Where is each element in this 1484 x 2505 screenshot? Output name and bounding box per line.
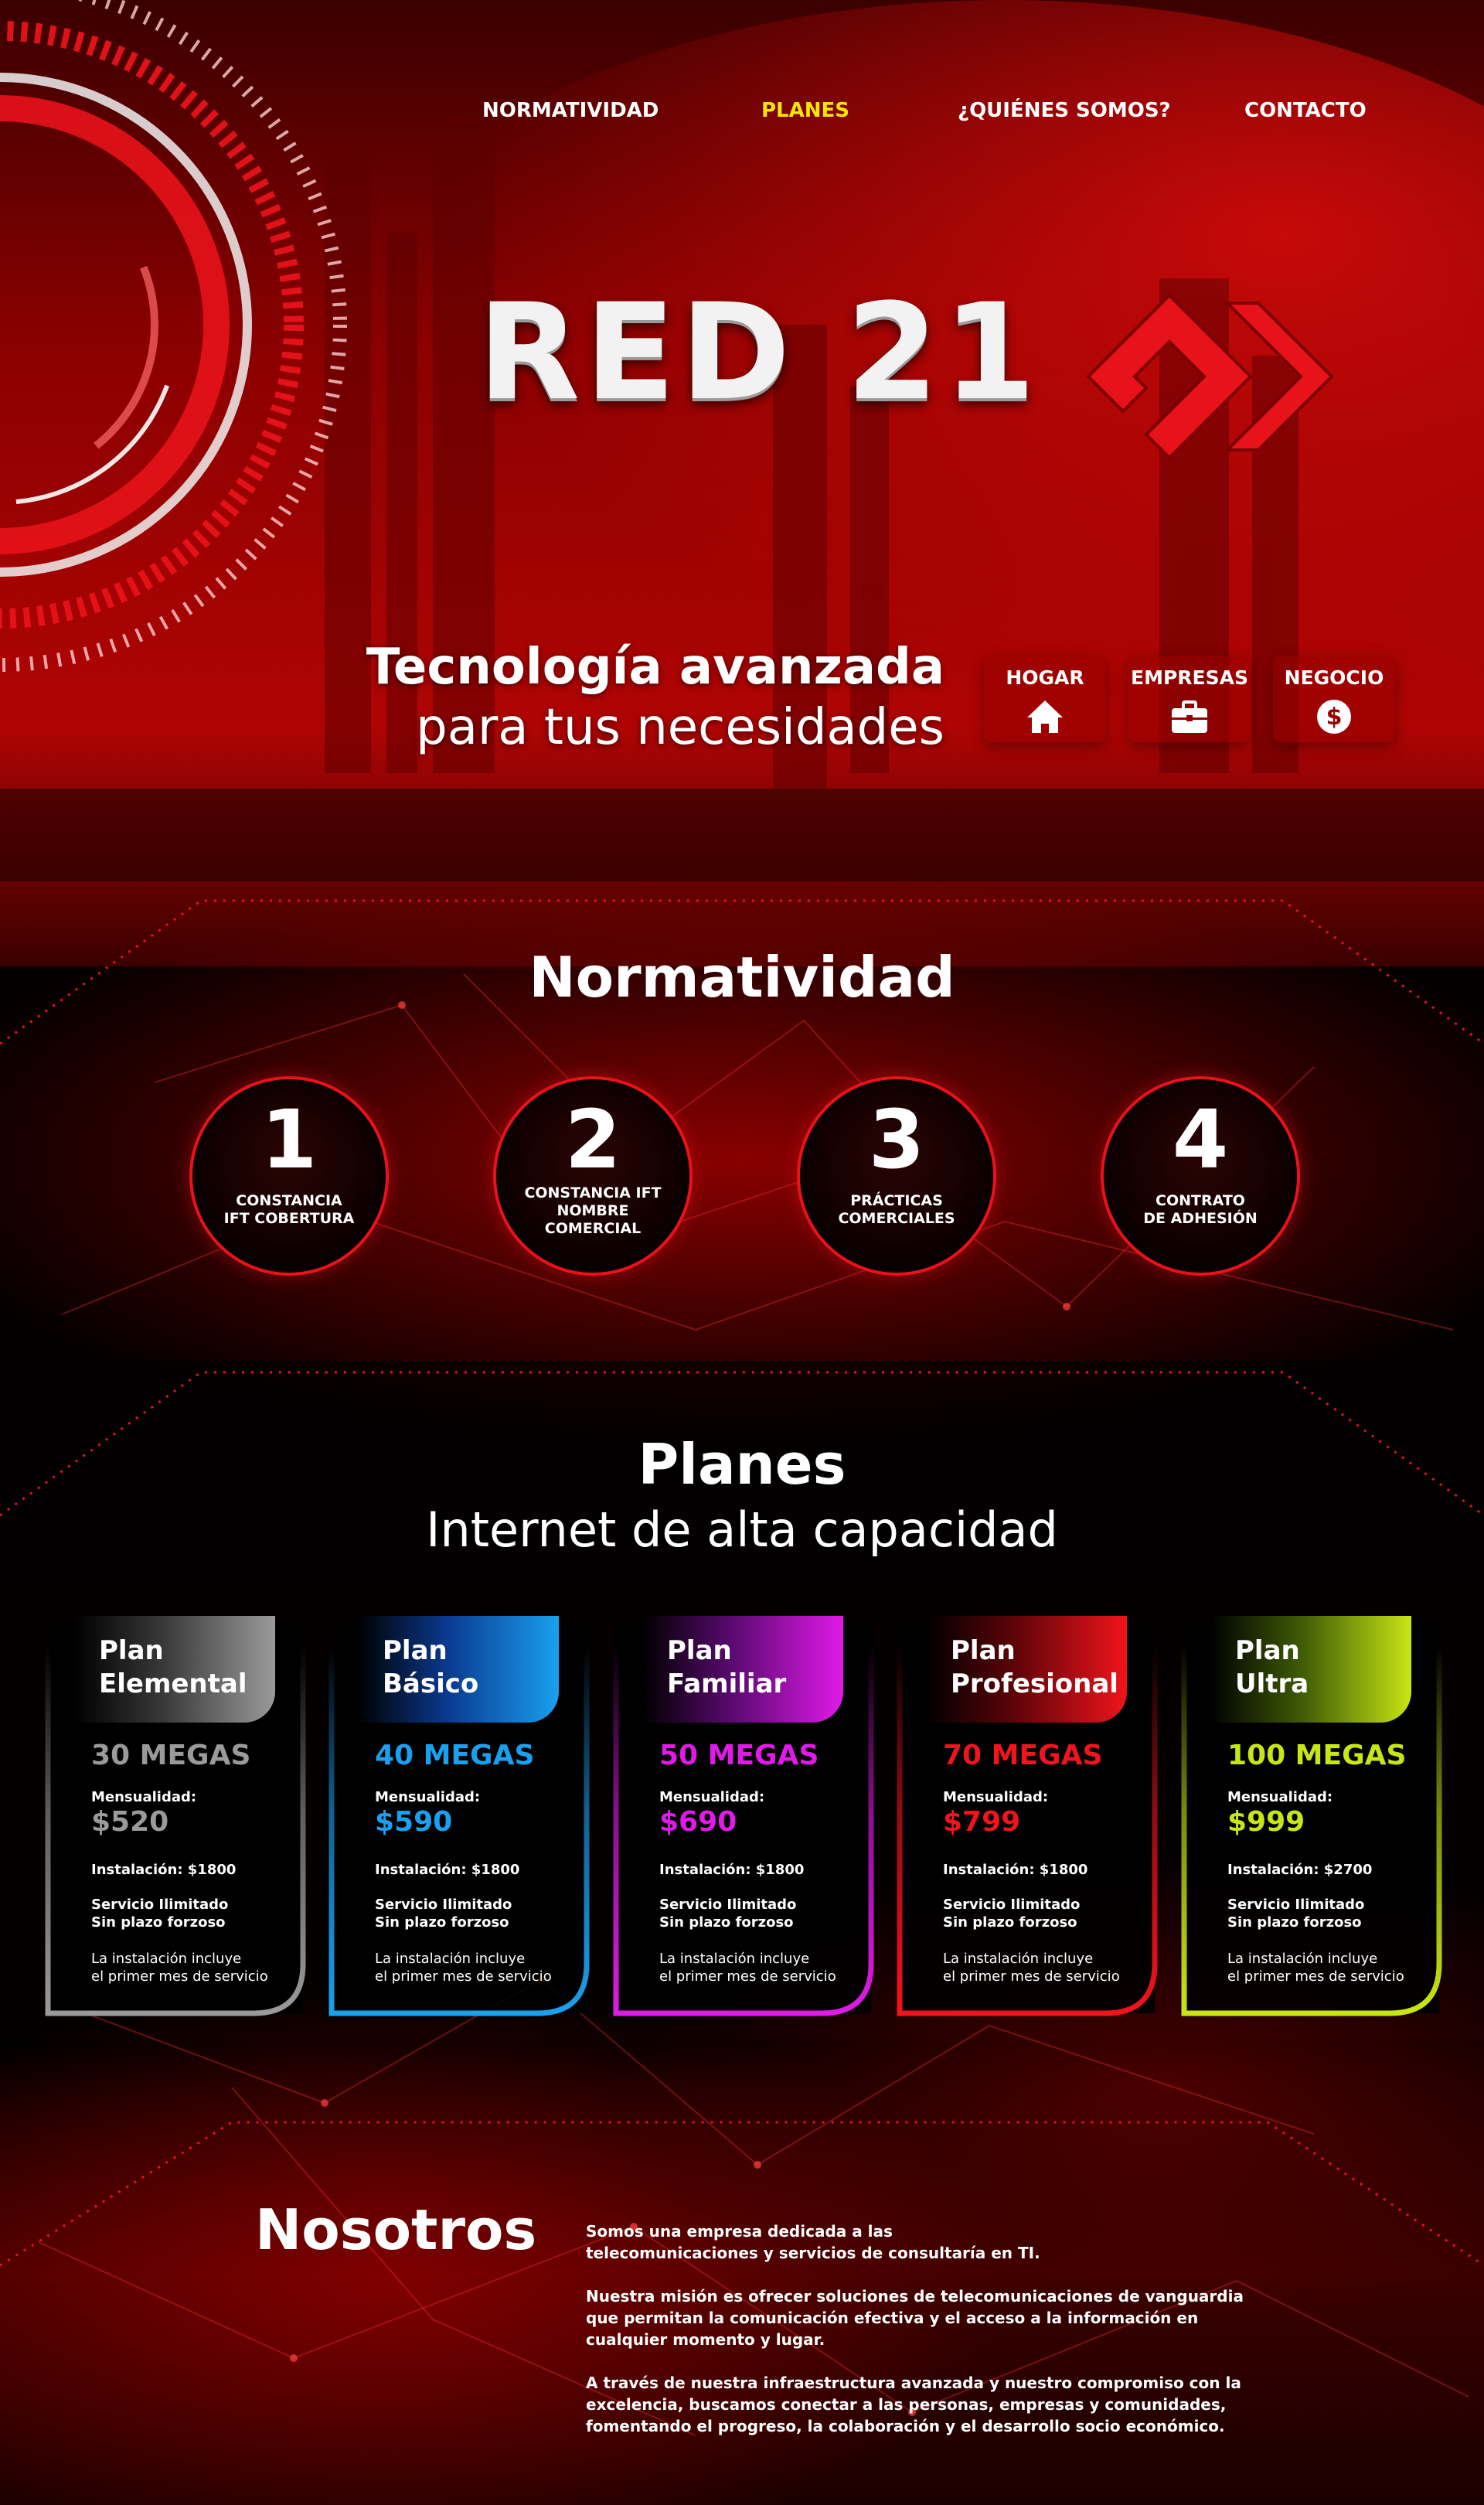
- norm-item-3[interactable]: 3 PRÁCTICAS COMERCIALES: [797, 1076, 996, 1276]
- nav-planes[interactable]: PLANES: [761, 99, 849, 122]
- category-label: NEGOCIO: [1284, 666, 1384, 689]
- plan-name: Plan Familiar: [667, 1635, 787, 1699]
- plan-name: Plan Profesional: [951, 1635, 1118, 1699]
- plan-installation: Instalación: $1800: [943, 1862, 1088, 1878]
- logo-wordmark: RED 21: [478, 274, 1040, 430]
- plan-monthly-label: Mensualidad:: [943, 1789, 1049, 1805]
- nosotros-paragraph-2: Nuestra misión es ofrecer soluciones de …: [586, 2287, 1244, 2349]
- plan-service: Servicio Ilimitado Sin plazo forzoso: [1227, 1897, 1365, 1931]
- plan-header: Plan Familiar: [642, 1616, 843, 1723]
- planes-title: Planes: [638, 1432, 846, 1497]
- plan-note: La instalación incluye el primer mes de …: [659, 1951, 836, 1985]
- norm-item-2[interactable]: 2 CONSTANCIA IFT NOMBRE COMERCIAL: [493, 1076, 693, 1276]
- plan-speed: 40 MEGAS: [375, 1740, 535, 1771]
- norm-number: 3: [868, 1092, 925, 1187]
- norm-label: CONTRATO DE ADHESIÓN: [1143, 1192, 1258, 1227]
- plan-service: Servicio Ilimitado Sin plazo forzoso: [91, 1897, 229, 1931]
- plan-installation: Instalación: $1800: [91, 1862, 237, 1878]
- plan-installation: Instalación: $1800: [375, 1862, 520, 1878]
- plan-price: $590: [375, 1806, 453, 1838]
- planes-subtitle: Internet de alta capacidad: [426, 1501, 1058, 1558]
- logo-chevron-icon: [1086, 293, 1334, 460]
- plan-installation: Instalación: $1800: [659, 1862, 805, 1878]
- plan-note: La instalación incluye el primer mes de …: [375, 1951, 552, 1985]
- nosotros-paragraph-1: Somos una empresa dedicada a las telecom…: [586, 2222, 1040, 2262]
- norm-label: PRÁCTICAS COMERCIALES: [838, 1192, 955, 1227]
- plan-speed: 70 MEGAS: [943, 1740, 1103, 1771]
- nav-normatividad[interactable]: NORMATIVIDAD: [482, 99, 659, 122]
- nosotros-paragraph-3: A través de nuestra infraestructura avan…: [586, 2374, 1241, 2435]
- normatividad-title: Normatividad: [529, 945, 955, 1010]
- plan-card[interactable]: Plan Ultra 100 MEGAS Mensualidad: $999 Insta…: [1181, 1616, 1444, 2018]
- plan-note: La instalación incluye el primer mes de …: [943, 1951, 1120, 1985]
- category-negocio-button[interactable]: NEGOCIO $: [1273, 656, 1395, 742]
- dollar-icon: $: [1317, 700, 1351, 734]
- plan-speed: 50 MEGAS: [659, 1740, 819, 1771]
- plan-price: $690: [659, 1806, 737, 1838]
- norm-label: CONSTANCIA IFT NOMBRE COMERCIAL: [524, 1184, 662, 1237]
- norm-item-1[interactable]: 1 CONSTANCIA IFT COBERTURA: [189, 1076, 389, 1276]
- plan-header: Plan Profesional: [926, 1616, 1127, 1723]
- nav-quienes-somos[interactable]: ¿QUIÉNES SOMOS?: [958, 99, 1171, 122]
- plan-price: $520: [91, 1806, 169, 1838]
- plan-card[interactable]: Plan Profesional 70 MEGAS Mensualidad: $799…: [897, 1616, 1159, 2018]
- plan-header: Plan Básico: [358, 1616, 559, 1723]
- nosotros-title: Nosotros: [255, 2197, 537, 2262]
- category-hogar-button[interactable]: HOGAR: [984, 656, 1106, 742]
- norm-number: 1: [260, 1092, 318, 1187]
- plan-monthly-label: Mensualidad:: [1227, 1789, 1333, 1805]
- plan-name: Plan Elemental: [99, 1635, 247, 1699]
- plan-name: Plan Básico: [383, 1635, 479, 1699]
- home-icon: [1027, 700, 1063, 733]
- plan-header: Plan Elemental: [74, 1616, 275, 1723]
- category-label: HOGAR: [1006, 666, 1084, 689]
- svg-text:$: $: [1326, 704, 1343, 731]
- plan-note: La instalación incluye el primer mes de …: [91, 1951, 268, 1985]
- norm-item-4[interactable]: 4 CONTRATO DE ADHESIÓN: [1101, 1076, 1300, 1276]
- norm-number: 4: [1172, 1092, 1229, 1187]
- plan-card[interactable]: Plan Básico 40 MEGAS Mensualidad: $590 Insta…: [328, 1616, 591, 2018]
- hero-subtitle: para tus necesidades: [416, 699, 945, 756]
- plan-card[interactable]: Plan Familiar 50 MEGAS Mensualidad: $690 Ins…: [613, 1616, 876, 2018]
- plan-speed: 30 MEGAS: [91, 1740, 251, 1771]
- plan-service: Servicio Ilimitado Sin plazo forzoso: [943, 1897, 1081, 1931]
- plan-monthly-label: Mensualidad:: [659, 1789, 765, 1805]
- plan-price: $999: [1227, 1806, 1305, 1838]
- plan-service: Servicio Ilimitado Sin plazo forzoso: [659, 1897, 797, 1931]
- category-empresas-button[interactable]: EMPRESAS: [1128, 656, 1251, 742]
- plan-service: Servicio Ilimitado Sin plazo forzoso: [375, 1897, 512, 1931]
- plan-price: $799: [943, 1806, 1021, 1838]
- briefcase-icon: [1172, 700, 1207, 733]
- category-label: EMPRESAS: [1131, 666, 1248, 689]
- plan-note: La instalación incluye el primer mes de …: [1227, 1951, 1404, 1985]
- plan-monthly-label: Mensualidad:: [375, 1789, 481, 1805]
- plan-header: Plan Ultra: [1210, 1616, 1411, 1723]
- norm-label: CONSTANCIA IFT COBERTURA: [223, 1192, 355, 1227]
- plan-name: Plan Ultra: [1235, 1635, 1309, 1699]
- plan-speed: 100 MEGAS: [1227, 1740, 1407, 1771]
- plan-installation: Instalación: $2700: [1227, 1862, 1373, 1878]
- hero-title: Tecnología avanzada: [366, 639, 945, 696]
- plan-card[interactable]: Plan Elemental 30 MEGAS Mensualidad: $520 In…: [45, 1616, 308, 2018]
- plan-monthly-label: Mensualidad:: [91, 1789, 197, 1805]
- nav-contacto[interactable]: CONTACTO: [1244, 99, 1367, 122]
- norm-number: 2: [564, 1092, 621, 1187]
